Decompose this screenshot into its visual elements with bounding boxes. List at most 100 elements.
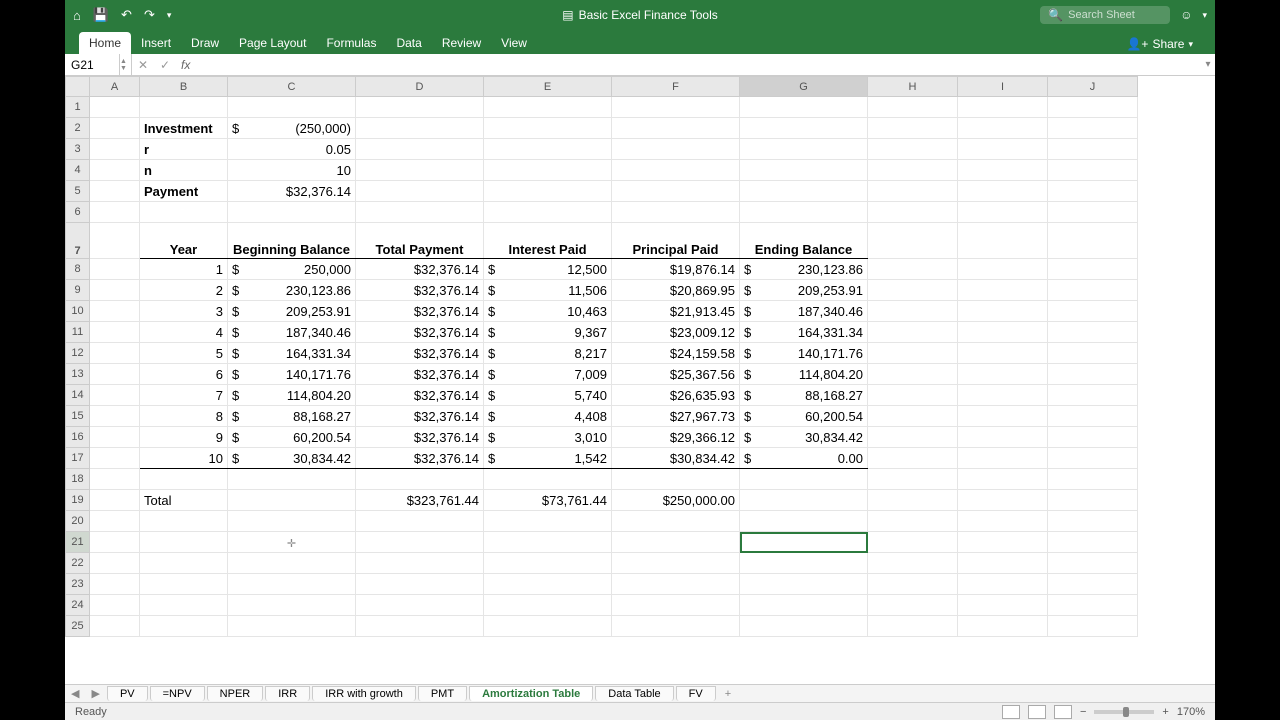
zoom-slider[interactable] — [1094, 710, 1154, 714]
cell[interactable]: $26,635.93 — [612, 385, 740, 406]
cell[interactable]: $24,159.58 — [612, 343, 740, 364]
cell[interactable]: $32,376.14 — [356, 364, 484, 385]
zoom-in-button[interactable]: + — [1162, 706, 1168, 718]
cell[interactable]: $250,000.00 — [612, 490, 740, 511]
search-input[interactable] — [1068, 9, 1168, 21]
sheet-tab[interactable]: IRR with growth — [312, 686, 416, 701]
cell[interactable]: 1 — [140, 259, 228, 280]
redo-icon[interactable]: ↷ — [144, 7, 155, 23]
tab-nav-next[interactable]: ▶ — [85, 687, 105, 700]
undo-icon[interactable]: ↶ — [121, 7, 132, 23]
tab-data[interactable]: Data — [386, 32, 431, 54]
row-header[interactable]: 17 — [66, 448, 90, 469]
cell[interactable]: $323,761.44 — [356, 490, 484, 511]
cell[interactable]: 8 — [140, 406, 228, 427]
share-button[interactable]: 👤+ Share ▾ — [1118, 34, 1201, 54]
smile-icon[interactable]: ☺ — [1180, 8, 1192, 22]
row-header[interactable]: 2 — [66, 118, 90, 139]
cell[interactable]: Payment — [140, 181, 228, 202]
cell[interactable]: Interest Paid — [484, 223, 612, 259]
row-header[interactable]: 16 — [66, 427, 90, 448]
col-header-d[interactable]: D — [356, 77, 484, 97]
row-header[interactable]: 9 — [66, 280, 90, 301]
row-header[interactable]: 19 — [66, 490, 90, 511]
sheet-tab[interactable]: FV — [676, 686, 716, 701]
row-header[interactable]: 5 — [66, 181, 90, 202]
cell[interactable]: $25,367.56 — [612, 364, 740, 385]
cell[interactable]: $230,123.86 — [228, 280, 356, 301]
cell[interactable]: $250,000 — [228, 259, 356, 280]
col-header-c[interactable]: C — [228, 77, 356, 97]
cell[interactable]: $140,171.76 — [740, 343, 868, 364]
cell[interactable]: 5 — [140, 343, 228, 364]
home-icon[interactable]: ⌂ — [73, 8, 81, 23]
expand-icon[interactable]: ▾ — [1202, 10, 1207, 21]
col-header-j[interactable]: J — [1048, 77, 1138, 97]
confirm-icon[interactable]: ✓ — [154, 58, 176, 72]
cell[interactable]: $209,253.91 — [228, 301, 356, 322]
cell[interactable]: $11,506 — [484, 280, 612, 301]
cell[interactable]: $29,366.12 — [612, 427, 740, 448]
search-box[interactable]: 🔍 — [1040, 6, 1170, 24]
cell[interactable]: Total — [140, 490, 228, 511]
cell[interactable]: $32,376.14 — [356, 322, 484, 343]
cell[interactable]: Year — [140, 223, 228, 259]
sheet-tab[interactable]: PV — [107, 686, 148, 701]
cell[interactable]: $73,761.44 — [484, 490, 612, 511]
tab-view[interactable]: View — [491, 32, 537, 54]
name-box[interactable]: G21 — [65, 54, 120, 75]
col-header-i[interactable]: I — [958, 77, 1048, 97]
spreadsheet-grid[interactable]: A B C D E F G H I J 1 2Investment$(250,0… — [65, 76, 1215, 684]
cell[interactable]: $30,834.42 — [740, 427, 868, 448]
cell[interactable]: $23,009.12 — [612, 322, 740, 343]
cell[interactable]: $114,804.20 — [740, 364, 868, 385]
cell[interactable]: 6 — [140, 364, 228, 385]
cell[interactable]: $(250,000) — [228, 118, 356, 139]
row-header[interactable]: 4 — [66, 160, 90, 181]
sheet-tab[interactable]: Amortization Table — [469, 686, 593, 701]
row-header[interactable]: 21 — [66, 532, 90, 553]
col-header-b[interactable]: B — [140, 77, 228, 97]
sheet-tab[interactable]: NPER — [207, 686, 264, 701]
active-cell[interactable] — [740, 532, 868, 553]
cell[interactable]: $32,376.14 — [356, 343, 484, 364]
cell[interactable]: $230,123.86 — [740, 259, 868, 280]
cell[interactable]: $30,834.42 — [228, 448, 356, 469]
sheet-tab[interactable]: Data Table — [595, 686, 673, 701]
cell[interactable]: $164,331.34 — [740, 322, 868, 343]
cell[interactable]: $32,376.14 — [356, 385, 484, 406]
cell[interactable]: Principal Paid — [612, 223, 740, 259]
cell[interactable]: $60,200.54 — [228, 427, 356, 448]
col-header-g[interactable]: G — [740, 77, 868, 97]
name-box-stepper[interactable]: ▲▼ — [120, 54, 132, 75]
row-header[interactable]: 20 — [66, 511, 90, 532]
cell[interactable]: Beginning Balance — [228, 223, 356, 259]
col-header-f[interactable]: F — [612, 77, 740, 97]
cell[interactable]: $32,376.14 — [356, 406, 484, 427]
cell[interactable]: 4 — [140, 322, 228, 343]
row-header[interactable]: 12 — [66, 343, 90, 364]
cell[interactable]: $187,340.46 — [228, 322, 356, 343]
cell[interactable]: 7 — [140, 385, 228, 406]
cell[interactable]: $88,168.27 — [228, 406, 356, 427]
cell[interactable]: $27,967.73 — [612, 406, 740, 427]
cell[interactable]: $4,408 — [484, 406, 612, 427]
col-header-a[interactable]: A — [90, 77, 140, 97]
cell[interactable]: $3,010 — [484, 427, 612, 448]
cell[interactable]: $32,376.14 — [356, 301, 484, 322]
cell[interactable]: $10,463 — [484, 301, 612, 322]
cell[interactable]: $32,376.14 — [228, 181, 356, 202]
tab-insert[interactable]: Insert — [131, 32, 181, 54]
row-header[interactable]: 15 — [66, 406, 90, 427]
cell[interactable]: Total Payment — [356, 223, 484, 259]
cell[interactable]: $114,804.20 — [228, 385, 356, 406]
cell[interactable]: $30,834.42 — [612, 448, 740, 469]
cell[interactable]: 10 — [228, 160, 356, 181]
row-header[interactable]: 13 — [66, 364, 90, 385]
cell[interactable]: $32,376.14 — [356, 448, 484, 469]
cell[interactable]: $19,876.14 — [612, 259, 740, 280]
zoom-out-button[interactable]: − — [1080, 706, 1086, 718]
view-break-button[interactable] — [1054, 705, 1072, 719]
cell[interactable]: Investment — [140, 118, 228, 139]
cell[interactable]: $8,217 — [484, 343, 612, 364]
